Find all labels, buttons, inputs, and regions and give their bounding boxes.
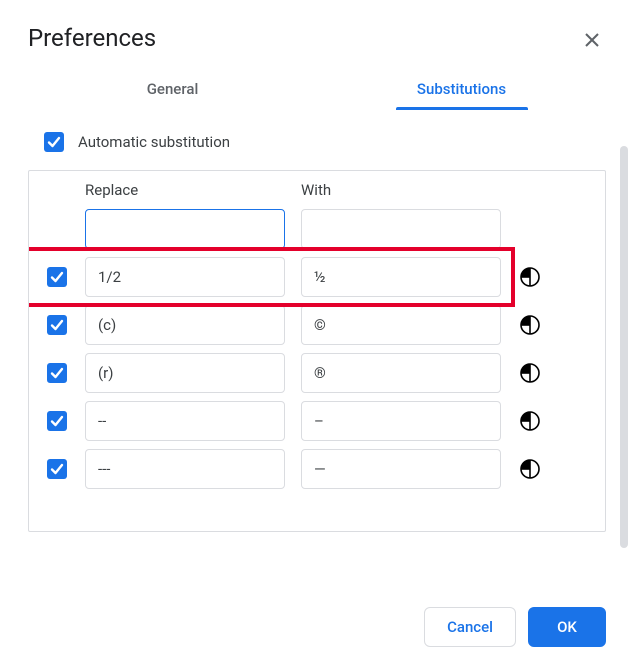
column-header-with: With bbox=[301, 181, 331, 199]
table-row bbox=[43, 445, 591, 493]
shared-icon bbox=[519, 458, 541, 480]
replace-input[interactable] bbox=[85, 449, 285, 489]
row-enable-checkbox[interactable] bbox=[47, 315, 67, 335]
cancel-button[interactable]: Cancel bbox=[424, 607, 516, 647]
table-row bbox=[43, 253, 591, 301]
tab-general[interactable]: General bbox=[28, 70, 317, 110]
replace-input[interactable] bbox=[85, 353, 285, 393]
tab-substitutions[interactable]: Substitutions bbox=[317, 70, 606, 110]
dialog-footer: Cancel OK bbox=[424, 607, 606, 647]
with-input[interactable] bbox=[301, 401, 501, 441]
ok-button[interactable]: OK bbox=[528, 607, 606, 647]
table-row bbox=[43, 205, 591, 253]
table-row bbox=[43, 301, 591, 349]
table-row bbox=[43, 397, 591, 445]
substitution-rows bbox=[43, 205, 591, 493]
scrollbar[interactable] bbox=[620, 146, 628, 548]
replace-input[interactable] bbox=[85, 305, 285, 345]
row-enable-checkbox[interactable] bbox=[47, 459, 67, 479]
automatic-substitution-checkbox[interactable] bbox=[44, 132, 64, 152]
preferences-dialog: Preferences General Substitutions Automa… bbox=[0, 0, 634, 663]
with-input[interactable] bbox=[301, 353, 501, 393]
replace-input[interactable] bbox=[85, 209, 285, 249]
replace-input[interactable] bbox=[85, 257, 285, 297]
shared-icon bbox=[519, 362, 541, 384]
with-input[interactable] bbox=[301, 305, 501, 345]
row-enable-checkbox[interactable] bbox=[47, 267, 67, 287]
table-row bbox=[43, 349, 591, 397]
dialog-title: Preferences bbox=[28, 24, 156, 52]
column-header-replace: Replace bbox=[85, 181, 301, 199]
substitutions-table: Replace With bbox=[28, 170, 606, 532]
with-input[interactable] bbox=[301, 209, 501, 249]
with-input[interactable] bbox=[301, 449, 501, 489]
close-button[interactable] bbox=[578, 26, 606, 54]
replace-input[interactable] bbox=[85, 401, 285, 441]
with-input[interactable] bbox=[301, 257, 501, 297]
automatic-substitution-label: Automatic substitution bbox=[78, 133, 230, 151]
shared-icon bbox=[519, 314, 541, 336]
tabs: General Substitutions bbox=[28, 70, 606, 110]
row-enable-checkbox[interactable] bbox=[47, 363, 67, 383]
automatic-substitution-row: Automatic substitution bbox=[28, 132, 606, 152]
shared-icon bbox=[519, 410, 541, 432]
shared-icon bbox=[519, 266, 541, 288]
row-enable-checkbox[interactable] bbox=[47, 411, 67, 431]
